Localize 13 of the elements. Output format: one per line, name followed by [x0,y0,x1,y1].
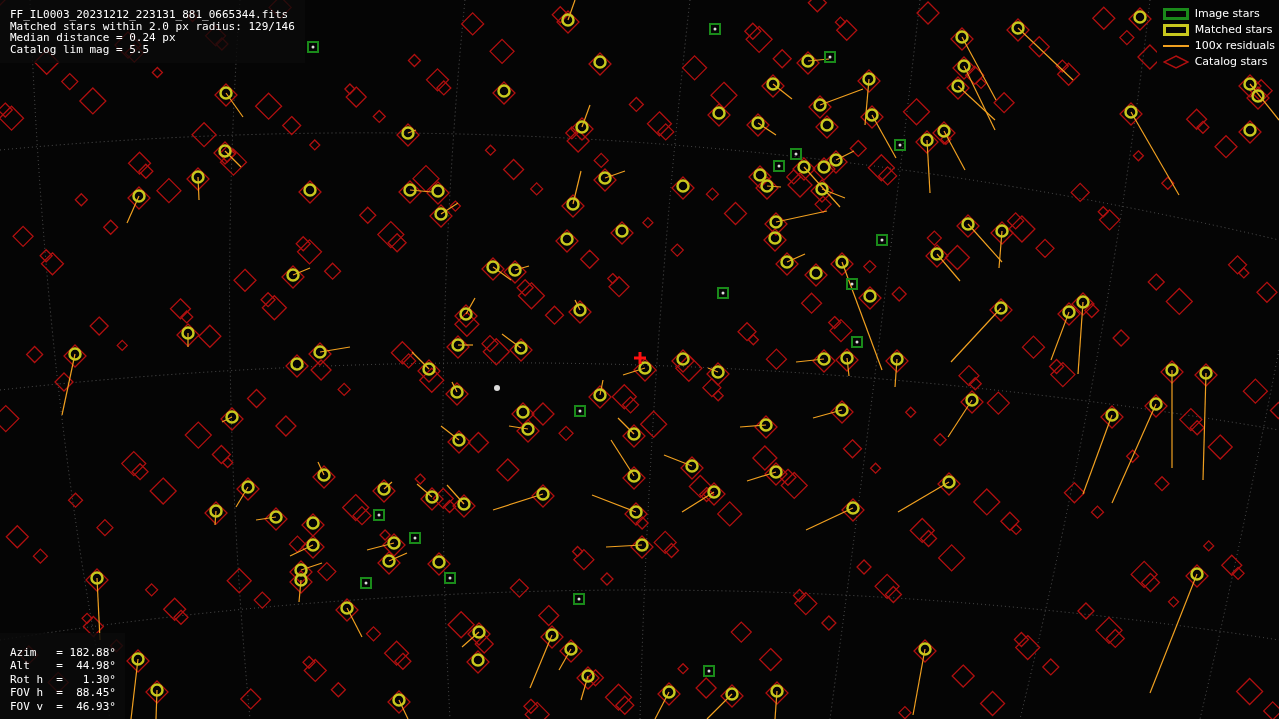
pointing-text: FOV v = 46.93° [10,699,116,713]
legend-label: Matched stars [1194,23,1273,36]
legend-label: Image stars [1194,7,1260,20]
legend-label: Catalog stars [1194,55,1268,68]
pointing-text: Alt = 44.98° [10,659,116,673]
info-text: FF_IL0003_20231212_223131_881_0665344.fits [10,9,290,21]
legend-label: 100x residuals [1194,39,1275,52]
pointing-text: FOV h = 88.45° [10,686,116,700]
pointing-text: Rot h = 1.30° [10,672,116,686]
pointing-text: Azim = 182.88° [10,645,116,659]
info-text: Median distance = 0.24 px [10,32,176,44]
info-text: Matched stars within 2.0 px radius: 129/146 [10,20,295,32]
info-text: Catalog lim mag = 5.5 [10,43,151,55]
